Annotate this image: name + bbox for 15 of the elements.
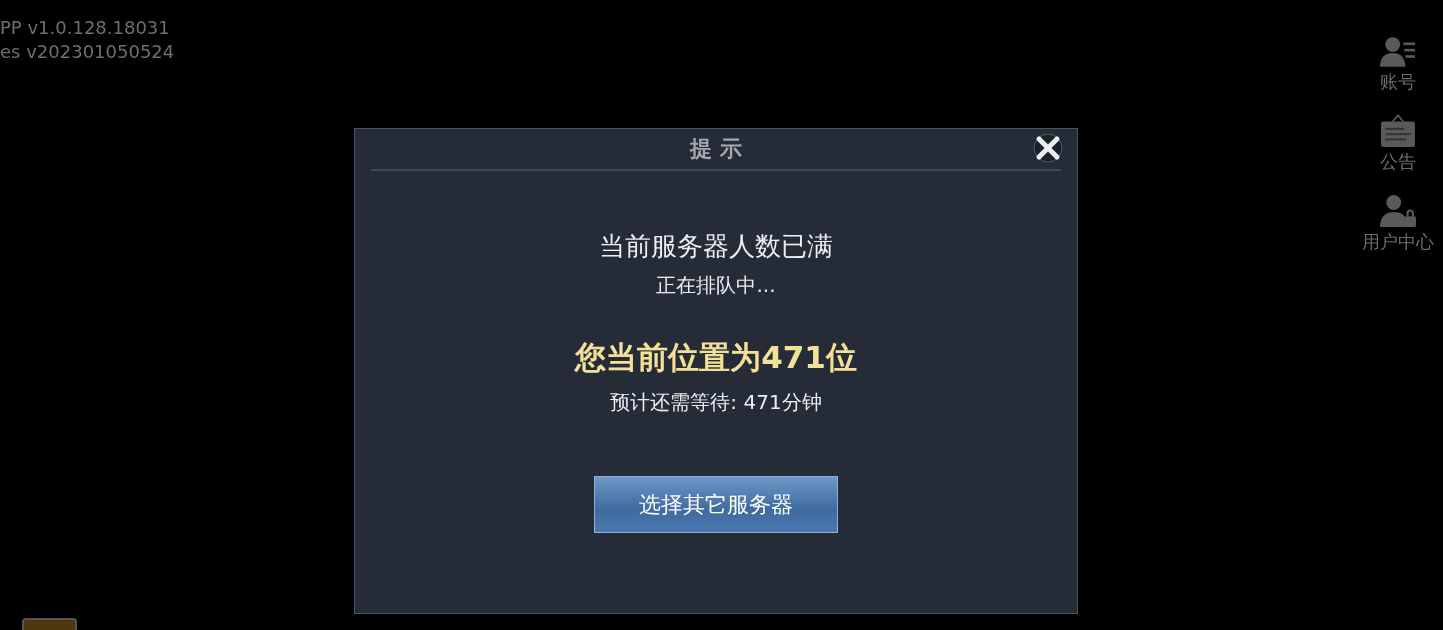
status-message: 当前服务器人数已满 [599,230,833,263]
side-menu-item[interactable]: 账号 [1355,36,1441,94]
side-menu-item[interactable]: 公告 [1355,114,1441,174]
queue-position: 您当前位置为471位 [575,338,857,377]
select-server-button[interactable]: 选择其它服务器 [594,476,838,533]
side-menu-item[interactable]: 用户中心 [1355,194,1441,254]
queue-message: 正在排队中... [656,272,776,299]
close-button[interactable] [1033,133,1063,163]
dialog-title: 提 示 [690,134,742,163]
user-lock-icon [1380,194,1416,228]
wait-time: 预计还需等待: 471分钟 [610,389,822,416]
version-text: es v202301050524 [0,40,175,64]
version-text: PP v1.0.128.18031 [0,16,170,40]
account-icon [1380,36,1416,68]
signboard-icon [1380,114,1416,148]
